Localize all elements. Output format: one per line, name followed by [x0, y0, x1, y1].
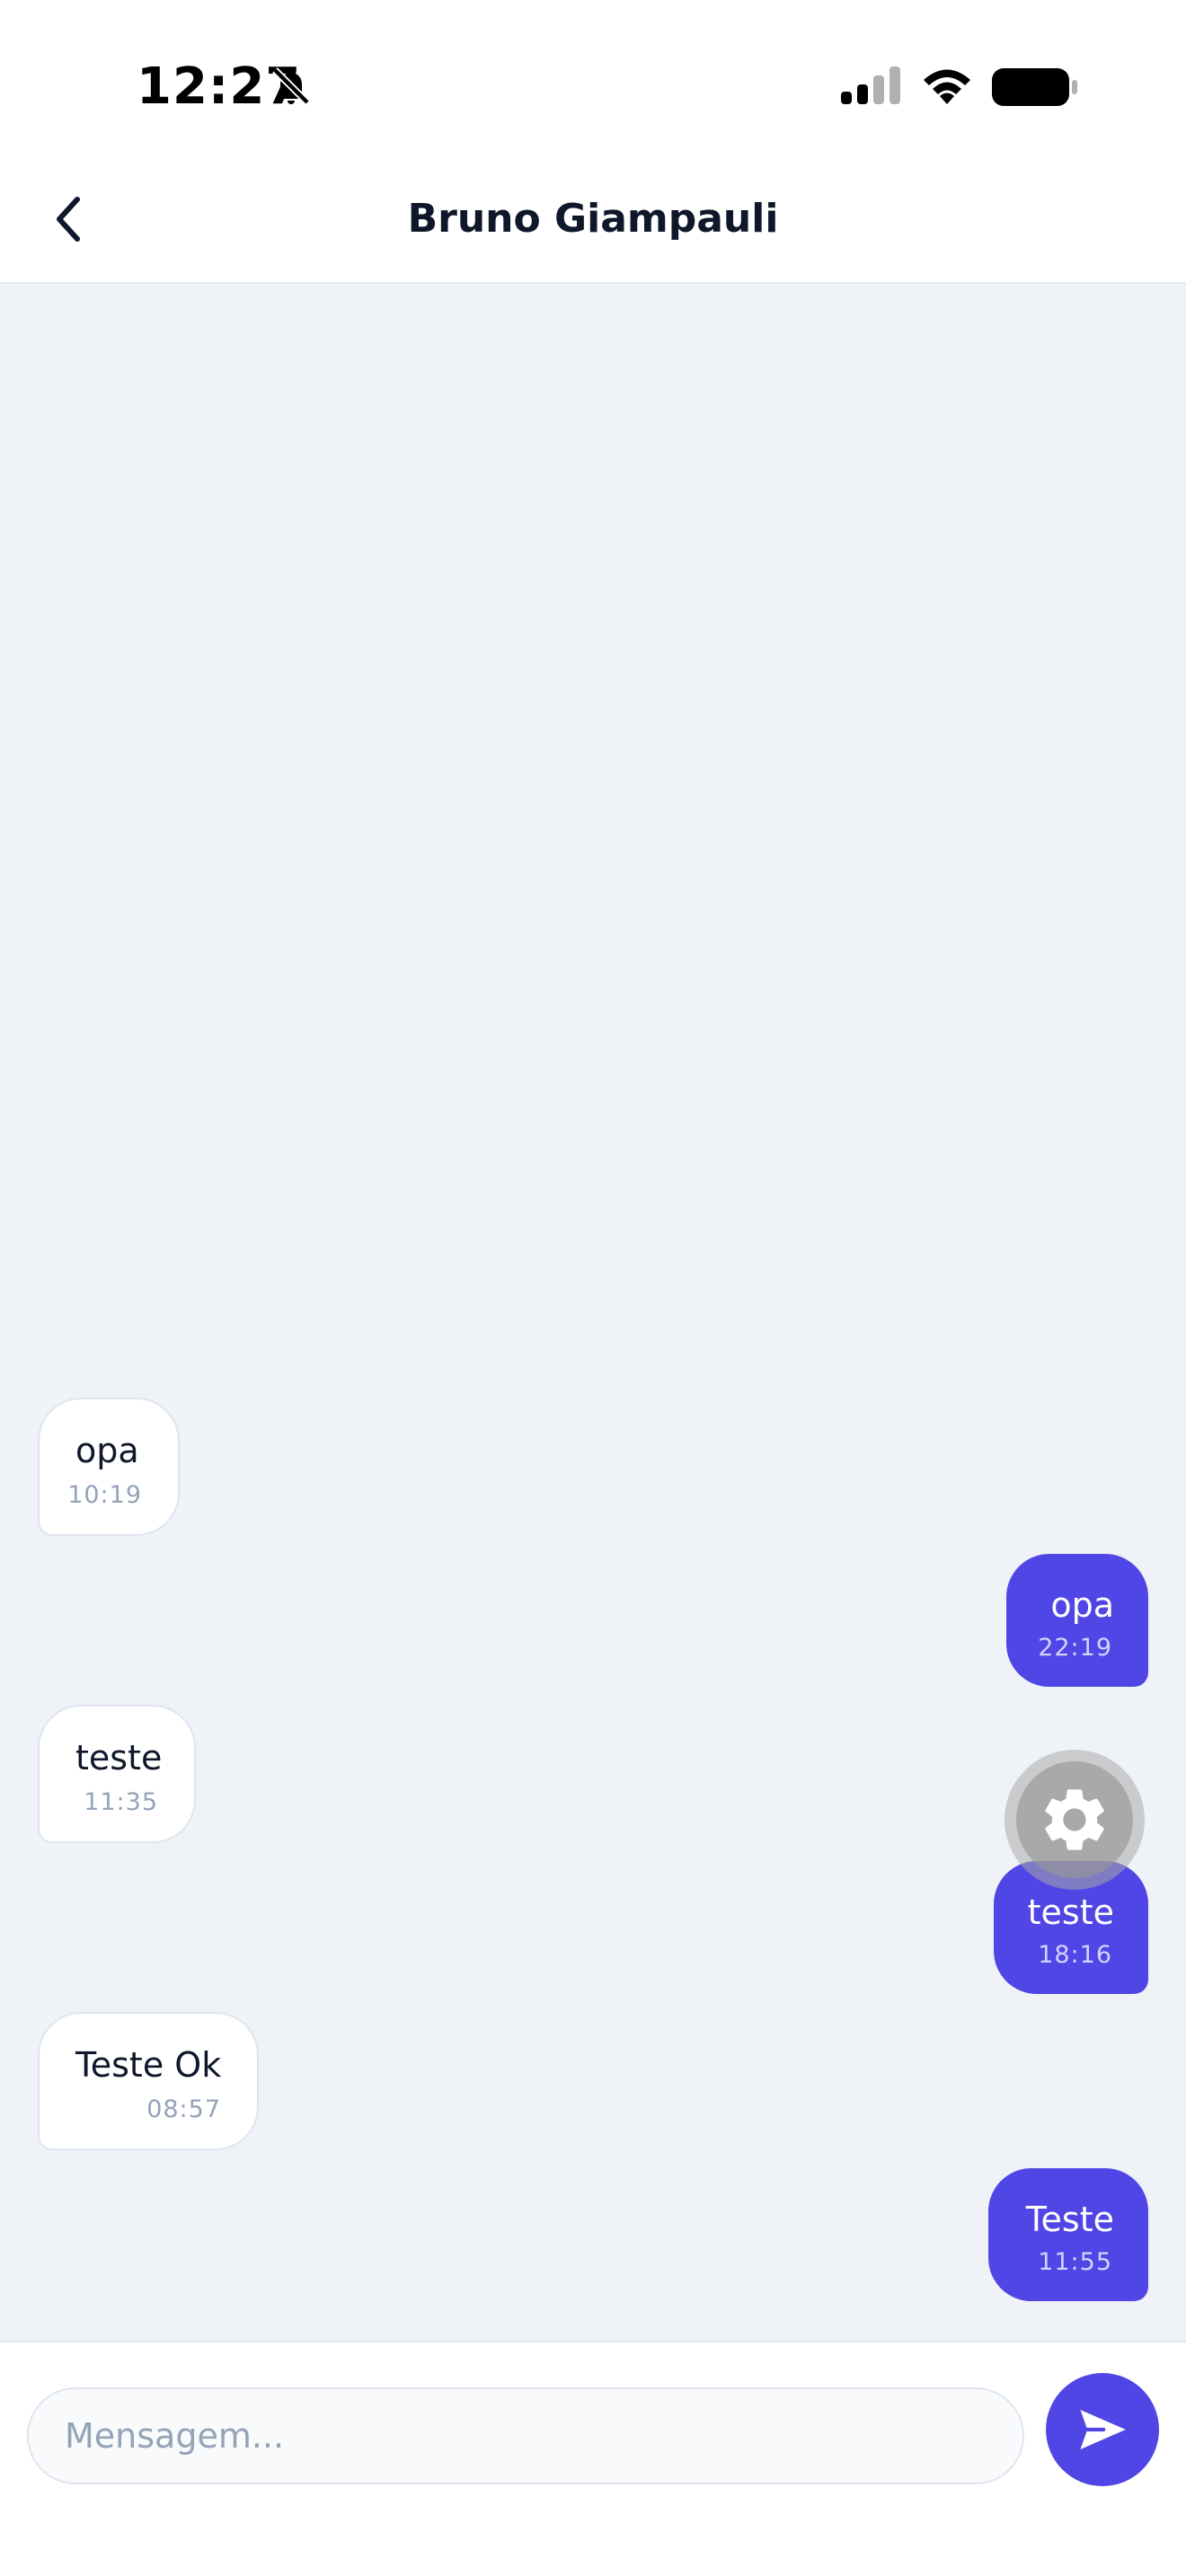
cellular-signal-icon — [841, 66, 900, 104]
message-text: teste — [1027, 1892, 1114, 1932]
message-time: 11:55 — [1038, 2248, 1112, 2276]
message-bubble-incoming[interactable]: teste 11:35 — [38, 1705, 196, 1843]
message-bubble-incoming[interactable]: Teste Ok 08:57 — [38, 2012, 259, 2150]
message-text: opa — [75, 1431, 139, 1470]
send-button[interactable] — [1046, 2373, 1159, 2486]
message-time: 18:16 — [1038, 1941, 1112, 1969]
floating-settings-button[interactable] — [1005, 1750, 1145, 1890]
gear-icon — [1045, 1789, 1104, 1850]
message-text: teste — [75, 1738, 163, 1778]
wifi-icon — [924, 69, 970, 104]
message-time: 22:19 — [1038, 1634, 1112, 1662]
message-composer — [0, 2341, 1186, 2576]
message-input[interactable] — [27, 2387, 1024, 2484]
message-bubble-outgoing[interactable]: opa 22:19 — [1006, 1554, 1148, 1687]
message-time: 08:57 — [146, 2095, 221, 2123]
message-text: Teste Ok — [75, 2045, 222, 2085]
message-list[interactable]: opa 10:19 opa 22:19 teste 11:35 teste 18… — [0, 284, 1186, 2341]
status-bar: 12:27 — [0, 0, 1186, 171]
message-bubble-incoming[interactable]: opa 10:19 — [38, 1398, 180, 1536]
floating-settings-button-inner — [1016, 1761, 1133, 1878]
chat-screen: 12:27 Bruno Giampauli opa 10:19 opa 22:1… — [0, 0, 1186, 2576]
bell-slash-icon — [272, 67, 310, 105]
battery-icon — [992, 68, 1077, 106]
message-text: opa — [1050, 1585, 1114, 1625]
message-bubble-outgoing[interactable]: Teste 11:55 — [988, 2168, 1148, 2301]
message-text: Teste — [1025, 2200, 1114, 2239]
send-arrow-icon — [1080, 2410, 1126, 2449]
chat-header: Bruno Giampauli — [0, 171, 1186, 284]
message-time: 10:19 — [67, 1481, 142, 1509]
message-time: 11:35 — [84, 1788, 158, 1816]
contact-name-title: Bruno Giampauli — [407, 196, 779, 242]
